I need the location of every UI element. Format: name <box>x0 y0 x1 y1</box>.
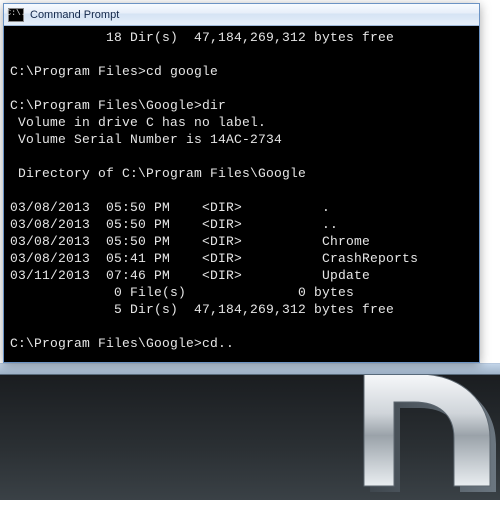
terminal-line: 03/08/2013 05:50 PM <DIR> .. <box>10 216 473 233</box>
terminal-line: 03/11/2013 07:46 PM <DIR> Update <box>10 267 473 284</box>
window-title: Command Prompt <box>30 9 119 21</box>
terminal-line <box>10 318 473 335</box>
terminal-line: 03/08/2013 05:50 PM <DIR> Chrome <box>10 233 473 250</box>
terminal-line: C:\Program Files>cd google <box>10 63 473 80</box>
terminal-line: 18 Dir(s) 47,184,269,312 bytes free <box>10 29 473 46</box>
command-prompt-window: C:\. Command Prompt 18 Dir(s) 47,184,269… <box>3 3 480 363</box>
background-letter-d <box>334 366 500 506</box>
command-prompt-icon: C:\. <box>8 8 24 22</box>
window-titlebar[interactable]: C:\. Command Prompt <box>4 4 479 26</box>
terminal-line: Directory of C:\Program Files\Google <box>10 165 473 182</box>
terminal-line: 03/08/2013 05:50 PM <DIR> . <box>10 199 473 216</box>
terminal-line: Volume Serial Number is 14AC-2734 <box>10 131 473 148</box>
terminal-line <box>10 148 473 165</box>
terminal-line: C:\Program Files\Google>dir <box>10 97 473 114</box>
terminal-line <box>10 80 473 97</box>
terminal-line: C:\Program Files\Google>cd.. <box>10 335 473 352</box>
terminal-output[interactable]: 18 Dir(s) 47,184,269,312 bytes free C:\P… <box>4 26 479 362</box>
desktop-background <box>0 375 500 500</box>
terminal-line <box>10 182 473 199</box>
terminal-line: 5 Dir(s) 47,184,269,312 bytes free <box>10 301 473 318</box>
terminal-line <box>10 352 473 362</box>
terminal-line: 0 File(s) 0 bytes <box>10 284 473 301</box>
terminal-line: Volume in drive C has no label. <box>10 114 473 131</box>
terminal-line <box>10 46 473 63</box>
terminal-line: 03/08/2013 05:41 PM <DIR> CrashReports <box>10 250 473 267</box>
glass-band <box>0 363 500 375</box>
